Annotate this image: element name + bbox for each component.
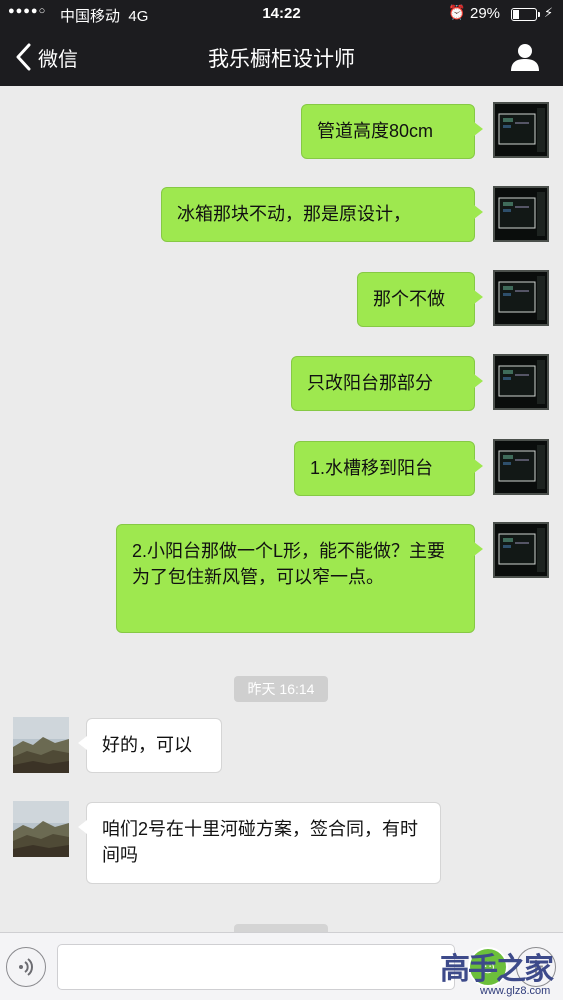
message-text: 2.小阳台那做一个L形，能不能做？主要为了包住新风管，可以窄一点。 (132, 541, 446, 587)
watermark-logo: 高手之家 (440, 952, 554, 987)
voice-icon (19, 958, 33, 976)
alarm-icon: ⏰ (448, 4, 466, 20)
my-avatar[interactable] (493, 102, 549, 158)
message-text: 那个不做 (373, 289, 445, 309)
monitor-photo (495, 188, 547, 240)
message-text: 咱们2号在十里河碰方案，签合同，有时间吗 (102, 819, 419, 865)
message-bubble-outgoing[interactable]: 只改阳台那部分 (291, 356, 483, 411)
contact-avatar[interactable] (13, 801, 69, 857)
message-bubble-incoming[interactable]: 咱们2号在十里河碰方案，签合同，有时间吗 (78, 802, 441, 884)
monitor-photo (495, 356, 547, 408)
monitor-photo (495, 441, 547, 493)
chat-area[interactable]: 管道高度80cm 冰箱那块不动，那是原设计， 那个不做 只改阳台那部分 1.水槽… (0, 86, 563, 932)
time-divider-partial (234, 924, 328, 932)
battery-icon (511, 8, 540, 21)
message-bubble-outgoing[interactable]: 那个不做 (357, 272, 483, 327)
monitor-photo (495, 524, 547, 576)
message-bubble-outgoing[interactable]: 1.水槽移到阳台 (294, 441, 483, 496)
chat-title: 我乐橱柜设计师 (208, 48, 355, 71)
my-avatar[interactable] (493, 354, 549, 410)
landscape-photo (13, 801, 69, 857)
nav-bar: 微信 我乐橱柜设计师 (0, 28, 563, 86)
message-text: 冰箱那块不动，那是原设计， (177, 204, 411, 224)
message-bubble-outgoing[interactable]: 冰箱那块不动，那是原设计， (161, 187, 483, 242)
message-input[interactable] (57, 944, 455, 990)
message-text: 1.水槽移到阳台 (310, 458, 434, 478)
message-bubble-incoming[interactable]: 好的，可以 (78, 718, 222, 773)
monitor-photo (495, 272, 547, 324)
site-watermark: 高手之家 www.glz8.com (440, 944, 563, 1000)
my-avatar[interactable] (493, 439, 549, 495)
monitor-photo (495, 104, 547, 156)
message-text: 好的，可以 (102, 735, 192, 755)
my-avatar[interactable] (493, 186, 549, 242)
message-text: 只改阳台那部分 (307, 373, 433, 393)
my-avatar[interactable] (493, 270, 549, 326)
watermark-url: www.glz8.com (480, 985, 551, 997)
battery-fill (513, 10, 519, 19)
landscape-photo (13, 717, 69, 773)
message-bubble-outgoing[interactable]: 2.小阳台那做一个L形，能不能做？主要为了包住新风管，可以窄一点。 (116, 524, 483, 633)
battery-percentage: 29% (470, 5, 501, 22)
time-divider: 昨天 16:14 (234, 676, 328, 702)
charging-icon: ⚡ (544, 5, 554, 20)
my-avatar[interactable] (493, 522, 549, 578)
contact-info-icon[interactable] (508, 42, 542, 72)
message-text: 管道高度80cm (317, 121, 434, 141)
status-bar: ●●●●○ 中国移动 4G 14:22 ⏰ 29% ⚡ (0, 0, 563, 28)
contact-avatar[interactable] (13, 717, 69, 773)
message-bubble-outgoing[interactable]: 管道高度80cm (301, 104, 483, 159)
voice-input-button[interactable] (6, 947, 46, 987)
